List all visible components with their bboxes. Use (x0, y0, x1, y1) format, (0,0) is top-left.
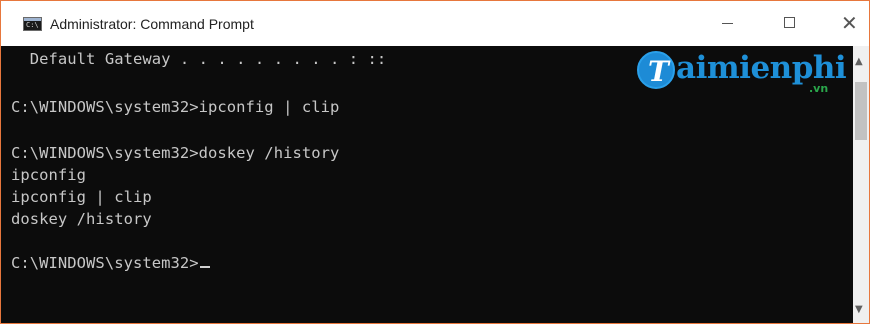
close-button[interactable]: ✕ (827, 1, 870, 47)
icon-prompt-text: C:\ (26, 21, 39, 29)
vertical-scrollbar[interactable]: ▲ ▼ (853, 46, 869, 323)
watermark-badge-letter: T (648, 55, 669, 88)
scrollbar-thumb[interactable] (855, 82, 867, 140)
minimize-button[interactable] (705, 1, 751, 47)
taimienphi-watermark: T aimienphi .vn (637, 44, 852, 104)
maximize-button[interactable] (767, 1, 813, 47)
console-line: ipconfig | clip (11, 188, 152, 206)
command-prompt-line[interactable]: C:\WINDOWS\system32> (11, 254, 210, 272)
prompt-text: C:\WINDOWS\system32> (11, 254, 199, 272)
text-cursor (199, 266, 210, 268)
console-line: ipconfig (11, 166, 87, 184)
minimize-icon (722, 23, 733, 24)
window-title: Administrator: Command Prompt (50, 16, 254, 32)
scroll-down-arrow-icon[interactable]: ▼ (855, 304, 863, 315)
console-line: C:\WINDOWS\system32>doskey /history (11, 144, 340, 162)
watermark-domain-suffix: .vn (809, 82, 829, 95)
watermark-logo-icon: T (637, 51, 675, 89)
scroll-up-arrow-icon[interactable]: ▲ (855, 56, 863, 67)
close-icon: ✕ (841, 11, 858, 35)
maximize-icon (784, 17, 795, 28)
console-line: C:\WINDOWS\system32>ipconfig | clip (11, 98, 340, 116)
console-line: doskey /history (11, 210, 152, 228)
command-prompt-icon[interactable]: C:\ (23, 17, 42, 31)
console-line: Default Gateway . . . . . . . . . : :: (11, 50, 387, 68)
watermark-text: aimienphi (676, 50, 847, 86)
title-bar[interactable]: C:\ Administrator: Command Prompt ✕ (1, 0, 869, 46)
command-prompt-window: C:\ Administrator: Command Prompt ✕ Defa… (0, 0, 870, 324)
